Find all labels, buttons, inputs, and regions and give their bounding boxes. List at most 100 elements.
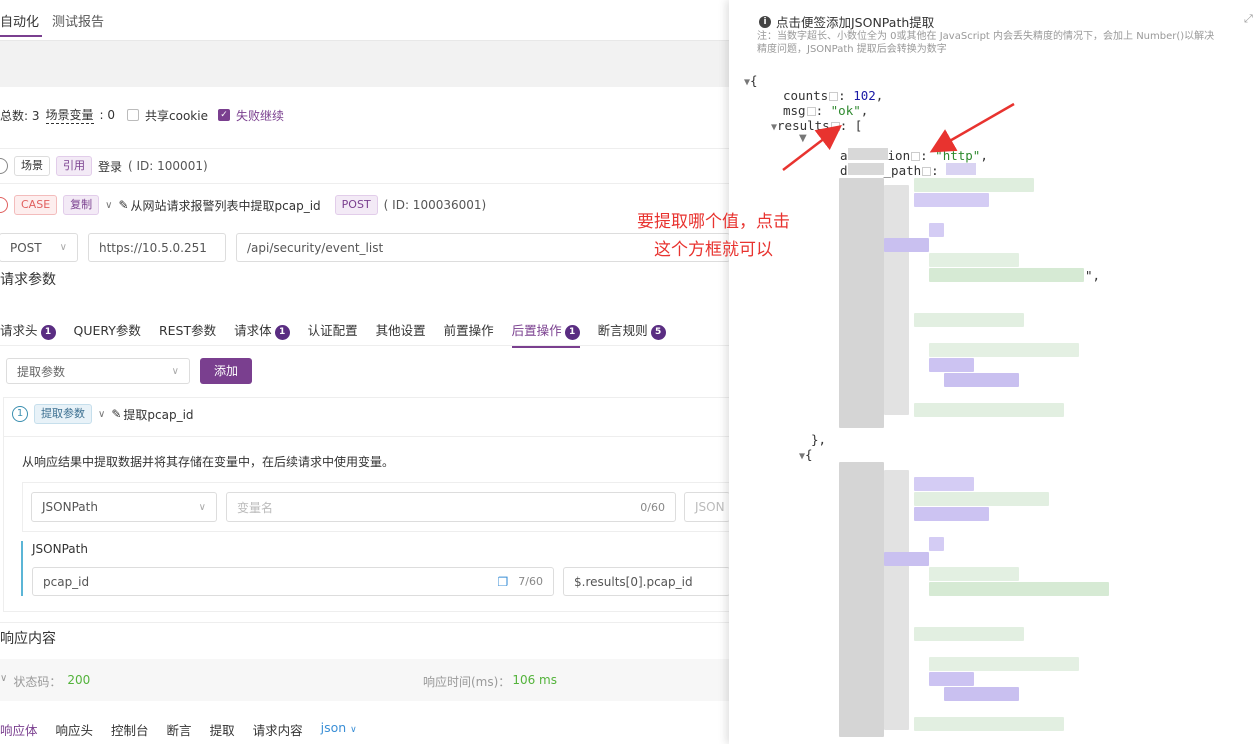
time-label: 响应时间(ms)： xyxy=(423,675,511,689)
select-value: JSONPath xyxy=(42,500,98,514)
blurred-region xyxy=(839,462,884,737)
post-op-type-select[interactable]: 提取参数 ∨ xyxy=(6,358,190,384)
annotation-line-2: 这个方框就可以 xyxy=(654,240,773,260)
tab-response-headers[interactable]: 响应头 xyxy=(56,720,94,739)
json-field-row: a ion: "http", xyxy=(840,148,988,163)
json-msg-row: msg: "ok", xyxy=(783,103,869,118)
drawer-title-text: 点击便签添加JSONPath提取 xyxy=(776,15,935,30)
blurred-region xyxy=(839,178,884,428)
status-code: 200 xyxy=(67,673,91,687)
copy-tag: 复制 xyxy=(63,195,100,215)
blurred-region xyxy=(884,238,929,252)
tab-request-headers[interactable]: 请求头 1 xyxy=(0,320,56,348)
extract-checkbox[interactable] xyxy=(922,167,932,176)
share-cookie-checkbox[interactable] xyxy=(127,109,140,121)
host-value: https://10.5.0.251 xyxy=(99,240,207,255)
extract-checkbox[interactable] xyxy=(911,152,921,161)
blurred-region xyxy=(914,477,974,491)
time-group: 响应时间(ms)： 106 ms xyxy=(423,673,557,690)
response-title: 响应内容 xyxy=(0,631,56,647)
variable-name-input[interactable]: 变量名 0/60 xyxy=(226,492,676,522)
select-value: 提取参数 xyxy=(17,364,66,379)
tab-assertion[interactable]: 断言 xyxy=(167,720,192,739)
path-value: /api/security/event_list xyxy=(247,240,384,255)
chevron-down-icon[interactable]: ∨ xyxy=(105,200,112,211)
chevron-down-icon[interactable]: ∨ xyxy=(98,409,105,420)
jsonpath-drawer: i 点击便签添加JSONPath提取 ⤢ 注：当数字超长、小数位全为 0或其他在… xyxy=(729,0,1259,744)
host-input[interactable]: https://10.5.0.251 xyxy=(88,233,226,262)
blurred-region xyxy=(847,163,884,175)
step-2-header[interactable]: CASE 复制 ∨ ✎ 从网站请求报警列表中提取pcap_id POST ( I… xyxy=(0,195,486,215)
tab-request-content[interactable]: 请求内容 xyxy=(253,720,303,739)
status-label: 状态码： xyxy=(13,675,62,689)
tab-extract[interactable]: 提取 xyxy=(210,720,235,739)
json-brace: { xyxy=(805,447,813,462)
input-placeholder: JSON xyxy=(695,500,725,514)
format-select[interactable]: json ∨ xyxy=(321,720,357,739)
drawer-title: i 点击便签添加JSONPath提取 xyxy=(759,12,934,31)
tab-pre-operations[interactable]: 前置操作 xyxy=(444,320,494,348)
extract-checkbox[interactable] xyxy=(829,92,839,101)
json-object-row: ▼{ xyxy=(799,447,813,462)
tab-query-params[interactable]: QUERY参数 xyxy=(74,320,141,348)
chevron-down-icon[interactable]: ∨ xyxy=(0,673,7,690)
tab-badge: 5 xyxy=(650,325,666,340)
blurred-region xyxy=(914,507,989,521)
blurred-region xyxy=(884,185,909,415)
json-counts-row: counts: 102, xyxy=(783,88,884,103)
tab-request-body[interactable]: 请求体 1 xyxy=(234,320,290,348)
drawer-note: 注：当数字超长、小数位全为 0或其他在 JavaScript 内会丢失精度的情况… xyxy=(757,30,1259,56)
tab-other-settings[interactable]: 其他设置 xyxy=(376,320,426,348)
tab-response-body[interactable]: 响应体 xyxy=(0,720,38,739)
edit-icon[interactable]: ✎ xyxy=(118,198,128,212)
case-tag: CASE xyxy=(14,195,58,215)
time-value: 106 ms xyxy=(512,673,557,687)
expand-icon[interactable]: ⤢ xyxy=(1244,12,1253,26)
jsonpath-input[interactable]: $.results[0].pcap_id xyxy=(563,567,730,596)
tab-console[interactable]: 控制台 xyxy=(111,720,149,739)
divider xyxy=(0,345,730,346)
tab-assertions[interactable]: 断言规则 5 xyxy=(598,320,666,348)
step-name: 登录 xyxy=(98,159,123,174)
annotation-line-1: 要提取哪个值，点击 xyxy=(637,212,790,232)
sub-tabs: 请求头 1 QUERY参数 REST参数 请求体 1 认证配置 其他设置 前置操作 … xyxy=(0,320,666,348)
blurred-region xyxy=(929,582,1109,596)
scene-tag: 场景 xyxy=(14,156,50,176)
expression-input[interactable]: JSON xyxy=(684,492,730,522)
caret-down-icon[interactable]: ▼ xyxy=(799,133,807,144)
blurred-region xyxy=(914,193,989,207)
blurred-region xyxy=(914,717,1064,731)
edit-icon[interactable]: ✎ xyxy=(111,407,121,421)
tab-label: 断言规则 xyxy=(597,323,648,338)
response-tabs: 响应体 响应头 控制台 断言 提取 请求内容 json ∨ xyxy=(0,720,357,739)
variable-input[interactable]: pcap_id ❐ 7/60 xyxy=(32,567,554,596)
extract-checkbox[interactable] xyxy=(830,122,840,131)
blurred-region xyxy=(929,268,1084,282)
copy-icon[interactable]: ❐ xyxy=(498,575,509,589)
method-select[interactable]: POST ∨ xyxy=(0,233,78,262)
scenario-bar: 总数: 3 场景变量 : 0 共享cookie ✓ 失败继续 xyxy=(0,106,284,124)
json-brace: { xyxy=(750,73,758,88)
blurred-region xyxy=(929,657,1079,671)
tab-post-operations[interactable]: 后置操作 1 xyxy=(511,320,580,348)
chevron-down-icon: ∨ xyxy=(171,365,179,377)
scenario-vars-link[interactable]: 场景变量 xyxy=(45,106,94,124)
jsonpath-label: JSONPath xyxy=(32,542,88,556)
tab-rest-params[interactable]: REST参数 xyxy=(159,320,216,348)
continue-on-fail-checkbox[interactable]: ✓ xyxy=(217,109,230,121)
tab-automation[interactable]: 自动化 xyxy=(0,11,39,30)
ref-tag: 引用 xyxy=(56,156,92,176)
tab-badge: 1 xyxy=(274,325,290,340)
blurred-region xyxy=(929,358,974,372)
extract-checkbox[interactable] xyxy=(806,107,816,116)
add-button[interactable]: 添加 xyxy=(200,358,252,384)
chevron-down-icon: ∨ xyxy=(59,242,67,253)
tab-test-report[interactable]: 测试报告 xyxy=(52,11,104,30)
step-id: ( ID: 100036001) xyxy=(383,198,487,212)
note-line-2: 精度问题，JSONPath 提取后会转换为数字 xyxy=(757,44,947,55)
note-line-1: 注：当数字超长、小数位全为 0或其他在 JavaScript 内会丢失精度的情况… xyxy=(757,31,1215,42)
tab-auth-config[interactable]: 认证配置 xyxy=(308,320,358,348)
json-punctuation: ", xyxy=(1085,268,1101,283)
blurred-region xyxy=(929,537,944,551)
extract-type-select[interactable]: JSONPath ∨ xyxy=(31,492,217,522)
